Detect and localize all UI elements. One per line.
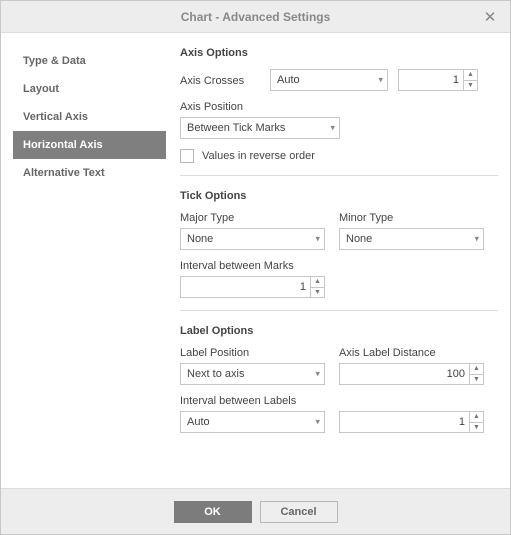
sidebar-item-layout[interactable]: Layout xyxy=(13,75,166,103)
axis-label-distance-spinner[interactable]: 100 ▲ ▼ xyxy=(339,363,484,385)
minor-type-label: Minor Type xyxy=(339,212,484,224)
dialog: Chart - Advanced Settings ✕ Type & Data … xyxy=(0,0,511,535)
axis-crosses-select[interactable]: Auto ▾ xyxy=(270,69,388,91)
divider xyxy=(180,310,498,311)
axis-label-distance-label: Axis Label Distance xyxy=(339,347,484,359)
major-type-label: Major Type xyxy=(180,212,325,224)
interval-marks-label: Interval between Marks xyxy=(180,260,498,272)
chevron-down-icon: ▾ xyxy=(315,234,320,245)
axis-crosses-spinner[interactable]: 1 ▲ ▼ xyxy=(398,69,478,91)
spinner-up-icon[interactable]: ▲ xyxy=(470,412,483,423)
axis-position-select[interactable]: Between Tick Marks ▾ xyxy=(180,117,340,139)
interval-labels-spinner[interactable]: 1 ▲ ▼ xyxy=(339,411,484,433)
sidebar-item-vertical-axis[interactable]: Vertical Axis xyxy=(13,103,166,131)
spinner-up-icon[interactable]: ▲ xyxy=(470,364,483,375)
interval-labels-select[interactable]: Auto ▾ xyxy=(180,411,325,433)
dialog-title: Chart - Advanced Settings xyxy=(1,10,510,24)
label-options-title: Label Options xyxy=(180,325,498,337)
axis-crosses-label: Axis Crosses xyxy=(180,75,260,87)
interval-marks-spinner[interactable]: 1 ▲ ▼ xyxy=(180,276,325,298)
sidebar-item-alternative-text[interactable]: Alternative Text xyxy=(13,159,166,187)
divider xyxy=(180,175,498,176)
label-position-select[interactable]: Next to axis ▾ xyxy=(180,363,325,385)
tick-options-title: Tick Options xyxy=(180,190,498,202)
spinner-buttons: ▲ ▼ xyxy=(469,364,483,384)
close-icon[interactable]: ✕ xyxy=(476,1,504,33)
spinner-down-icon[interactable]: ▼ xyxy=(464,81,477,91)
titlebar: Chart - Advanced Settings ✕ xyxy=(1,1,510,33)
cancel-button[interactable]: Cancel xyxy=(260,501,338,523)
chevron-down-icon: ▾ xyxy=(474,234,479,245)
interval-labels-label: Interval between Labels xyxy=(180,395,498,407)
sidebar-item-type-data[interactable]: Type & Data xyxy=(13,47,166,75)
chevron-down-icon: ▾ xyxy=(378,75,383,86)
spinner-down-icon[interactable]: ▼ xyxy=(470,375,483,385)
spinner-buttons: ▲ ▼ xyxy=(469,412,483,432)
major-type-select[interactable]: None ▾ xyxy=(180,228,325,250)
chevron-down-icon: ▾ xyxy=(315,369,320,380)
ok-button[interactable]: OK xyxy=(174,501,252,523)
reverse-order-label: Values in reverse order xyxy=(202,150,315,162)
spinner-up-icon[interactable]: ▲ xyxy=(311,277,324,288)
reverse-order-checkbox[interactable] xyxy=(180,149,194,163)
content: Axis Options Axis Crosses Auto ▾ 1 ▲ xyxy=(166,43,498,488)
spinner-buttons: ▲ ▼ xyxy=(463,70,477,90)
sidebar-item-horizontal-axis[interactable]: Horizontal Axis xyxy=(13,131,166,159)
chevron-down-icon: ▾ xyxy=(330,123,335,134)
axis-position-label: Axis Position xyxy=(180,101,498,113)
spinner-down-icon[interactable]: ▼ xyxy=(470,423,483,433)
axis-options-title: Axis Options xyxy=(180,47,498,59)
footer: OK Cancel xyxy=(1,488,510,534)
chevron-down-icon: ▾ xyxy=(315,417,320,428)
spinner-down-icon[interactable]: ▼ xyxy=(311,288,324,298)
label-position-label: Label Position xyxy=(180,347,325,359)
sidebar: Type & Data Layout Vertical Axis Horizon… xyxy=(13,43,166,488)
minor-type-select[interactable]: None ▾ xyxy=(339,228,484,250)
dialog-body: Type & Data Layout Vertical Axis Horizon… xyxy=(1,33,510,488)
spinner-up-icon[interactable]: ▲ xyxy=(464,70,477,81)
spinner-buttons: ▲ ▼ xyxy=(310,277,324,297)
